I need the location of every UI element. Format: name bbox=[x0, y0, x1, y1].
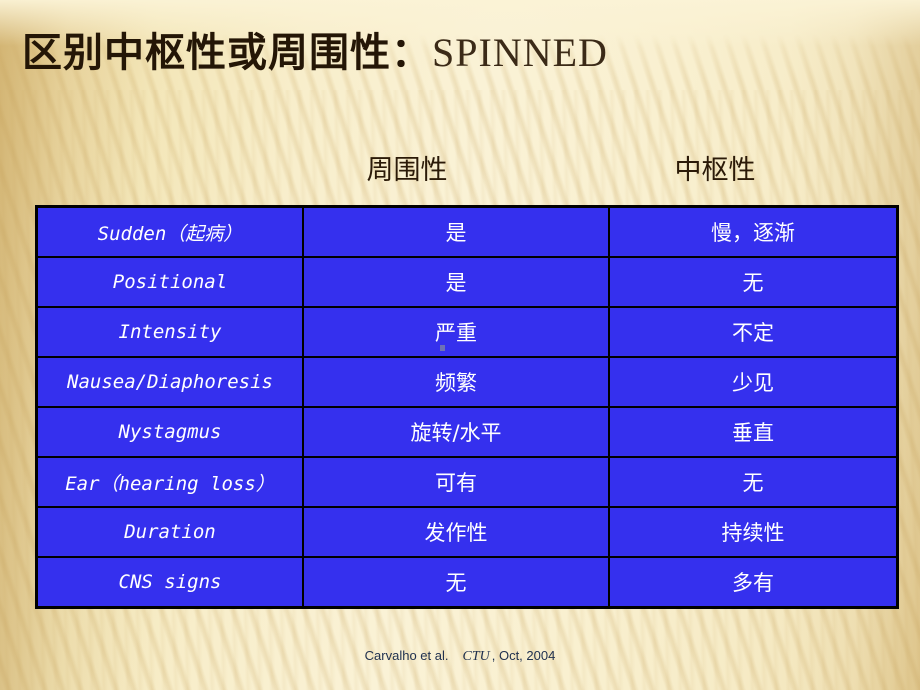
table-cell-feature: Duration bbox=[36, 506, 304, 558]
table-row: CNS signs 无多有 bbox=[36, 556, 898, 608]
slide-title: 区别中枢性或周围性：SPINNED bbox=[22, 30, 882, 114]
comparison-table: Sudden（起病）是慢，逐渐 Positional 是无 Intensity 严重 不定… bbox=[36, 206, 898, 608]
table-cell-central: 垂直 bbox=[608, 406, 898, 458]
table-cell-peripheral: 旋转/水平 bbox=[302, 406, 610, 458]
table-cell-peripheral: 是 bbox=[302, 206, 610, 258]
column-header-central: 中枢性 bbox=[674, 155, 756, 186]
citation-journal: CTU bbox=[462, 649, 490, 664]
table-cell-central: 慢，逐渐 bbox=[608, 206, 898, 258]
table-row: Nystagmus 旋转/水平 垂直 bbox=[36, 406, 898, 458]
table-row: Intensity 严重 不定 bbox=[36, 306, 898, 358]
table-cell-feature: Positional bbox=[36, 256, 304, 308]
table-cell-peripheral: 严重 bbox=[302, 306, 610, 358]
table-cell-feature: Ear（hearing loss） bbox=[36, 456, 304, 508]
table-cell-central: 无 bbox=[608, 256, 898, 308]
table-cell-peripheral: 发作性 bbox=[302, 506, 610, 558]
table-row: Duration 发作性 持续性 bbox=[36, 506, 898, 558]
slide-title-cjk: 区别中枢性或周围性： bbox=[22, 30, 432, 76]
table-cell-feature: CNS signs bbox=[36, 556, 304, 608]
table-cell-feature: Intensity bbox=[36, 306, 304, 358]
table-cell-central: 少见 bbox=[608, 356, 898, 408]
table-row: Ear（hearing loss） 可有无 bbox=[36, 456, 898, 508]
table-cell-feature: Nausea/Diaphoresis bbox=[36, 356, 304, 408]
table-row: Sudden（起病）是慢，逐渐 bbox=[36, 206, 898, 258]
table-body: Sudden（起病）是慢，逐渐 Positional 是无 Intensity 严重 不定… bbox=[36, 206, 898, 608]
table-cell-central: 持续性 bbox=[608, 506, 898, 558]
slide-canvas: 区别中枢性或周围性：SPINNED 区别中枢性或周围性：SPINNED 周围性 … bbox=[0, 0, 920, 690]
table-cell-peripheral: 无 bbox=[302, 556, 610, 608]
table-cell-feature: Nystagmus bbox=[36, 406, 304, 458]
citation-date: , Oct, 2004 bbox=[491, 648, 556, 663]
table-cell-central: 多有 bbox=[608, 556, 898, 608]
citation-authors: Carvalho et al. bbox=[364, 648, 449, 663]
slide-title-latin: SPINNED bbox=[432, 30, 608, 75]
table-cell-peripheral: 可有 bbox=[302, 456, 610, 508]
stray-artifact-dot bbox=[440, 345, 445, 351]
table-cell-feature: Sudden（起病） bbox=[36, 206, 304, 258]
table-row: Positional 是无 bbox=[36, 256, 898, 308]
column-header-peripheral: 周围性 bbox=[366, 155, 448, 186]
table-cell-central: 不定 bbox=[608, 306, 898, 358]
table-cell-peripheral: 频繁 bbox=[302, 356, 610, 408]
table-row: Nausea/Diaphoresis 频繁 少见 bbox=[36, 356, 898, 408]
citation: Carvalho et al. CTU, Oct, 2004 bbox=[0, 648, 920, 665]
table-cell-peripheral: 是 bbox=[302, 256, 610, 308]
table-cell-central: 无 bbox=[608, 456, 898, 508]
